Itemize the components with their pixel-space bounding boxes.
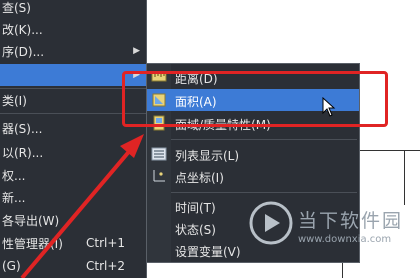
menu-item-permission[interactable]: 权... [0, 164, 146, 186]
menu-item-modify[interactable]: 改(K)... [0, 18, 146, 40]
menu-item-r[interactable]: 以(R)... [0, 141, 146, 163]
menu-item-label: 新... [2, 190, 26, 205]
context-menu: 查(S) 改(K)... 序(D)... ▶ ▶ 类(I) 器(S)... 以(… [0, 0, 147, 278]
list-icon [151, 146, 167, 162]
menu-shortcut: Ctrl+2 [86, 259, 126, 273]
submenu-separator [171, 192, 357, 193]
menu-item-query[interactable]: 查(S) [0, 0, 146, 18]
menu-item-label: 类(I) [2, 93, 27, 108]
submenu-item-point-coordinate[interactable]: 点坐标(I) [147, 165, 359, 187]
menu-item-label: 序(D)... [2, 44, 45, 59]
submenu-item-label: 点坐标(I) [175, 171, 224, 185]
submenu-arrow-icon: ▶ [133, 46, 140, 56]
mouse-cursor-icon [322, 97, 336, 117]
watermark-logo-icon [249, 201, 293, 245]
menu-item-label: 各导出(W) [2, 213, 60, 228]
watermark-title: 当下软件园 [298, 210, 404, 232]
menu-item-label: 性管理器(I) [2, 236, 63, 251]
submenu-item-label: 列表显示(L) [175, 149, 240, 163]
menu-item-label: 改(K)... [2, 22, 43, 37]
watermark-url: www.downxia.com [298, 234, 392, 245]
menu-item-label: 查(S) [2, 0, 31, 15]
menu-item-label: (G) [2, 259, 21, 273]
menu-shortcut: Ctrl+1 [86, 236, 126, 250]
point-coordinate-icon [151, 168, 167, 184]
menu-item-export[interactable]: 各导出(W) [0, 209, 146, 231]
watermark: 当下软件园 www.downxia.com [248, 196, 418, 266]
submenu-item-label: 时间(T) [175, 201, 216, 215]
submenu-item-label: 状态(S) [175, 223, 216, 237]
menu-item-label: 权... [2, 168, 26, 183]
menu-item-label: 以(R)... [2, 145, 44, 160]
menu-item-g[interactable]: (G) Ctrl+2 [0, 255, 146, 277]
drawing-line [358, 150, 420, 151]
menu-item-new[interactable]: 新... [0, 186, 146, 208]
submenu-item-list[interactable]: 列表显示(L) [147, 143, 359, 165]
menu-item-label: 器(S)... [2, 121, 43, 136]
submenu-item-label: 设置变量(V) [175, 245, 241, 259]
submenu-separator [171, 139, 357, 140]
menu-item-properties-manager[interactable]: 性管理器(I) Ctrl+1 [0, 232, 146, 254]
menu-item-order[interactable]: 序(D)... ▶ [0, 40, 146, 62]
annotation-highlight-box [122, 71, 388, 127]
